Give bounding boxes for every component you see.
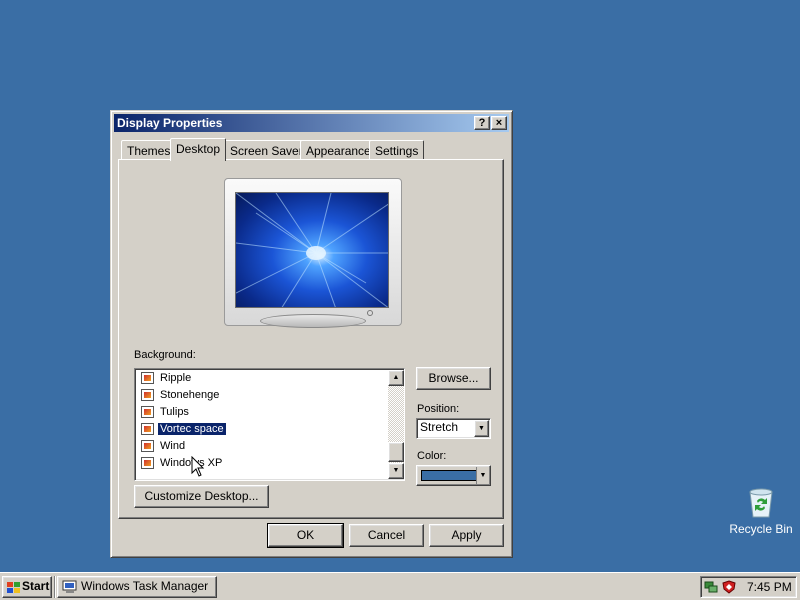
background-label: Background:	[134, 349, 196, 361]
position-label: Position:	[417, 403, 460, 415]
vortex-wallpaper-image	[236, 193, 388, 307]
system-tray: 7:45 PM	[700, 576, 797, 598]
chevron-down-icon[interactable]: ▼	[474, 420, 489, 437]
scroll-up-icon[interactable]: ▲	[388, 370, 404, 386]
list-item[interactable]: Tulips	[139, 404, 191, 420]
power-button-icon	[367, 310, 373, 316]
position-select[interactable]: Stretch ▼	[416, 418, 491, 439]
security-shield-icon[interactable]	[722, 580, 736, 597]
image-file-icon	[141, 457, 154, 469]
image-file-icon	[141, 423, 154, 435]
tab-appearance[interactable]: Appearance	[300, 140, 377, 160]
scroll-thumb[interactable]	[388, 442, 404, 462]
color-picker-button[interactable]: ▼	[416, 465, 491, 486]
task-label: Windows Task Manager	[81, 579, 209, 593]
clock[interactable]: 7:45 PM	[747, 580, 792, 594]
color-label: Color:	[417, 450, 447, 462]
taskbar-button-task-manager[interactable]: Windows Task Manager	[57, 576, 217, 598]
taskbar-divider	[54, 576, 56, 598]
image-file-icon	[141, 440, 154, 452]
list-item[interactable]: Ripple	[139, 370, 193, 386]
background-listbox[interactable]: Ripple Stonehenge Tulips Vortec space Wi…	[134, 368, 405, 481]
list-item[interactable]: Windows XP	[139, 455, 224, 471]
tab-screen-saver[interactable]: Screen Saver	[224, 140, 309, 160]
color-swatch	[421, 470, 477, 481]
windows-logo-icon	[7, 581, 20, 599]
scroll-down-icon[interactable]: ▼	[388, 463, 404, 479]
image-file-icon	[141, 406, 154, 418]
browse-button[interactable]: Browse...	[416, 367, 491, 390]
wallpaper-preview	[235, 192, 389, 308]
start-button[interactable]: Start	[2, 576, 52, 598]
start-label: Start	[22, 579, 50, 593]
position-value: Stretch	[420, 420, 459, 434]
recycle-bin-desktop-icon[interactable]: Recycle Bin	[728, 486, 794, 536]
tab-themes[interactable]: Themes	[121, 140, 177, 160]
apply-button[interactable]: Apply	[429, 524, 504, 547]
close-button[interactable]: ×	[491, 116, 507, 130]
taskbar: Start Windows Task Manager 7:45 PM	[0, 572, 800, 600]
list-item[interactable]: Wind	[139, 438, 187, 454]
title-bar[interactable]: Display Properties ? ×	[114, 114, 509, 132]
network-icon[interactable]	[704, 580, 718, 597]
tab-settings[interactable]: Settings	[369, 140, 425, 160]
help-button[interactable]: ?	[474, 116, 490, 130]
ok-button[interactable]: OK	[267, 523, 344, 548]
list-scrollbar[interactable]: ▲ ▼	[388, 370, 404, 479]
monitor-bezel	[224, 178, 402, 326]
monitor-preview	[224, 178, 402, 328]
customize-desktop-button[interactable]: Customize Desktop...	[134, 485, 269, 508]
mouse-cursor-icon	[191, 456, 205, 477]
window-title: Display Properties	[117, 116, 223, 130]
image-file-icon	[141, 372, 154, 384]
list-item[interactable]: Stonehenge	[139, 387, 221, 403]
chevron-down-icon: ▼	[476, 467, 489, 484]
tab-desktop[interactable]: Desktop	[170, 138, 227, 161]
image-file-icon	[141, 389, 154, 401]
recycle-bin-label: Recycle Bin	[729, 522, 793, 536]
recycle-bin-icon	[746, 486, 776, 518]
monitor-stand	[260, 314, 366, 328]
computer-icon	[62, 580, 78, 599]
list-item-selected[interactable]: Vortec space	[139, 421, 227, 437]
cancel-button[interactable]: Cancel	[349, 524, 424, 547]
